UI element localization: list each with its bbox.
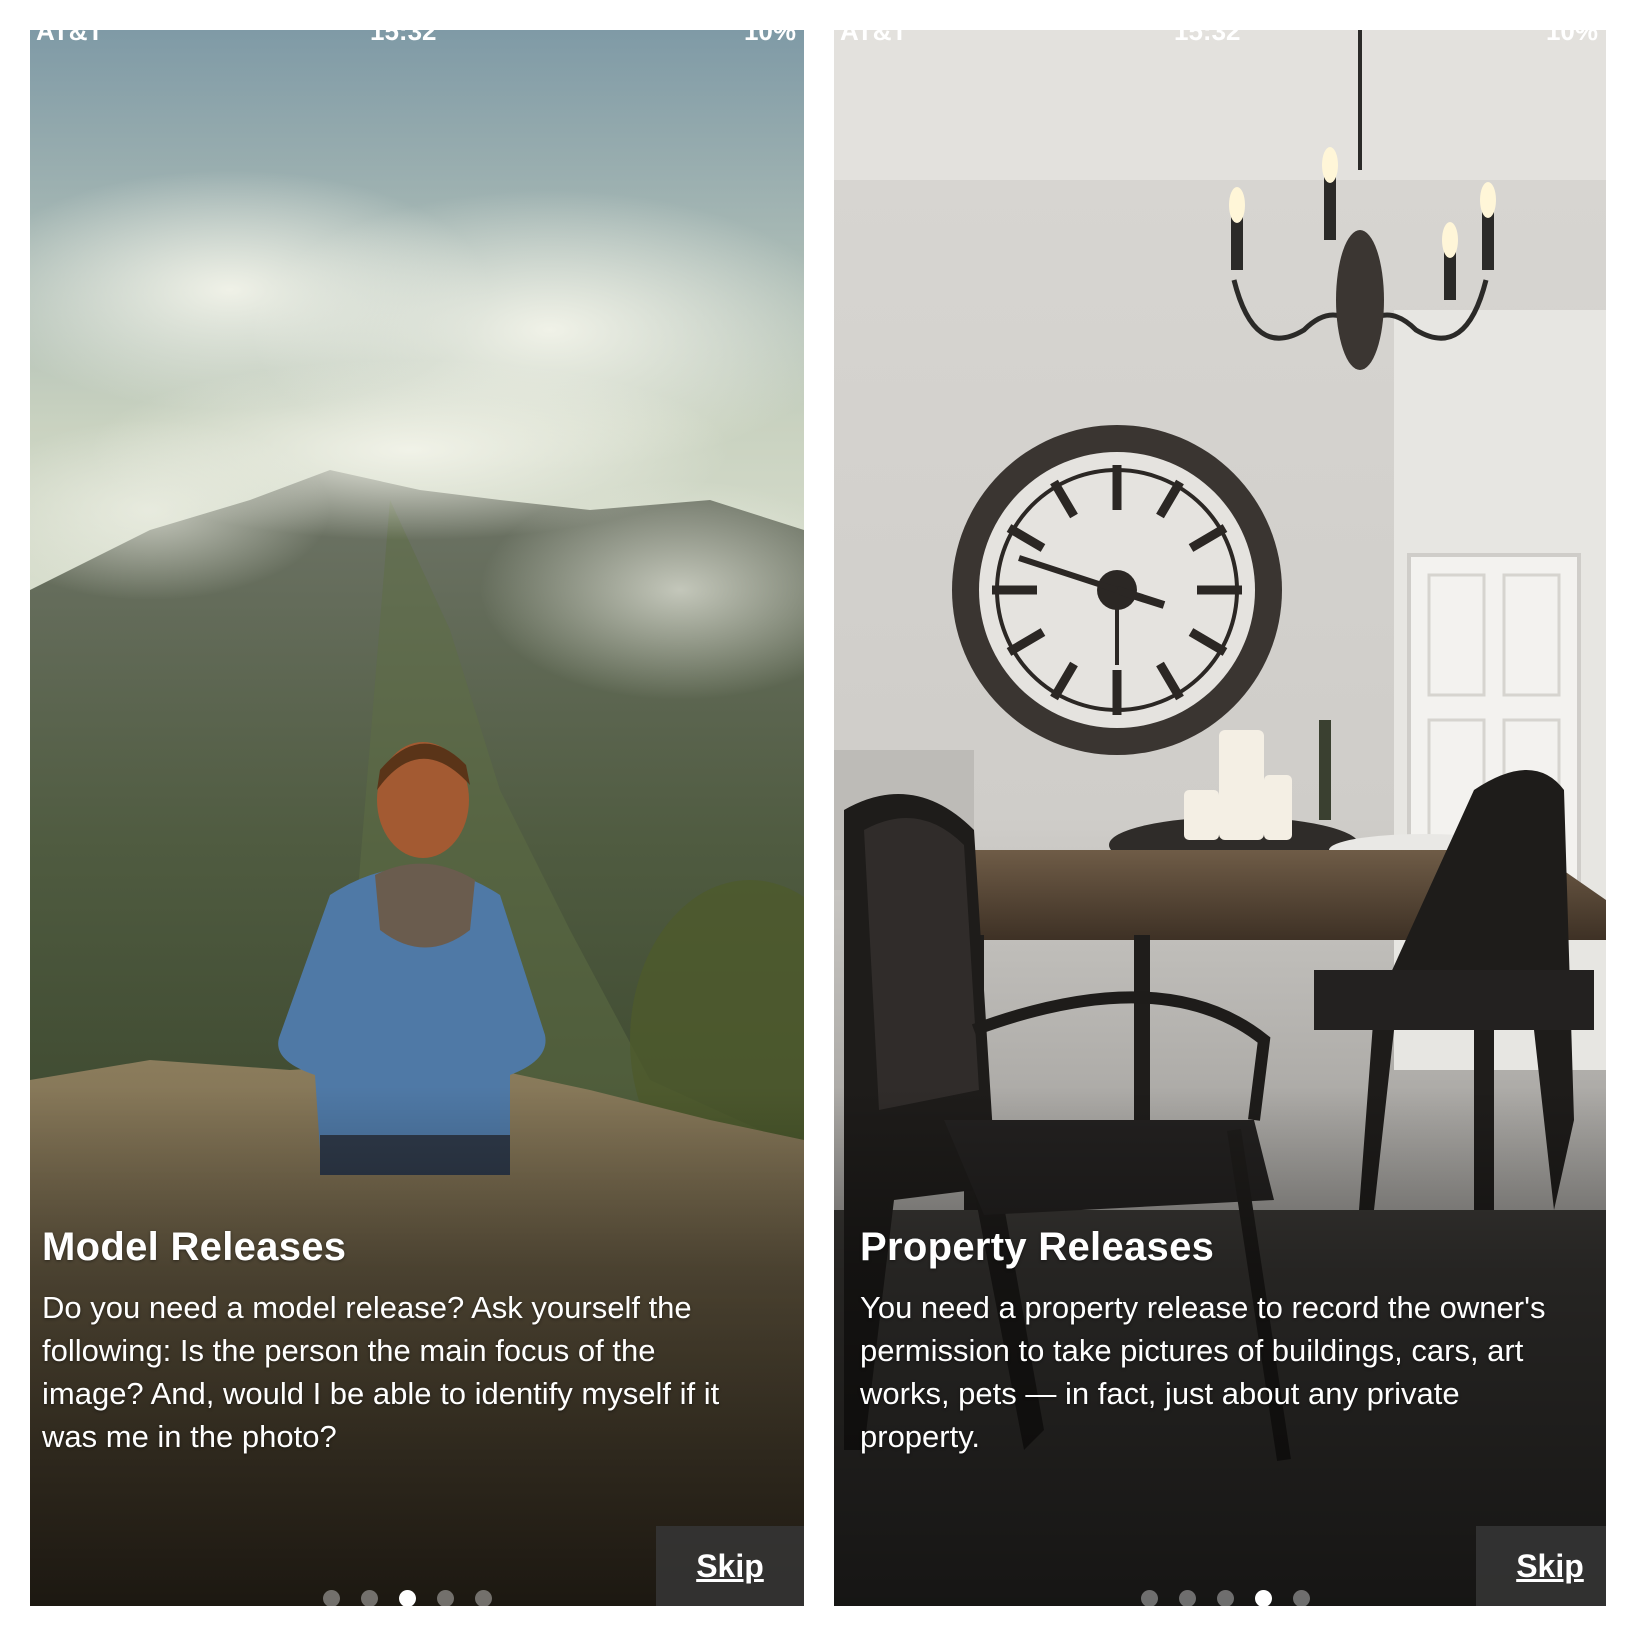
page-dot-2[interactable] (361, 1590, 378, 1606)
page-dot-1[interactable] (1141, 1590, 1158, 1606)
carrier-label: AT&T (840, 30, 908, 46)
page-dot-2[interactable] (1179, 1590, 1196, 1606)
page-dot-1[interactable] (323, 1590, 340, 1606)
page-dot-4-active[interactable] (1255, 1590, 1272, 1606)
slide-title: Model Releases (42, 1225, 347, 1269)
onboarding-comparison: AT&T 15:32 10% Model Releases Do you nee… (0, 0, 1632, 1632)
battery-label: 10% (1545, 30, 1598, 46)
onboarding-screen-property-releases: AT&T 15:32 10% Property Releases You nee… (834, 30, 1606, 1606)
skip-button[interactable]: Skip (1476, 1526, 1606, 1606)
slide-description: Do you need a model release? Ask yoursel… (42, 1290, 720, 1454)
status-bar: AT&T 15:32 10% (30, 30, 804, 46)
skip-button[interactable]: Skip (656, 1526, 804, 1606)
clock-label: 15:32 (1174, 30, 1241, 46)
clock-label: 15:32 (370, 30, 437, 46)
page-dot-5[interactable] (475, 1590, 492, 1606)
battery-label: 10% (743, 30, 796, 46)
page-dot-4[interactable] (437, 1590, 454, 1606)
page-indicator[interactable] (1141, 1590, 1310, 1606)
page-dot-5[interactable] (1293, 1590, 1310, 1606)
page-dot-3-active[interactable] (399, 1590, 416, 1606)
page-indicator[interactable] (323, 1590, 492, 1606)
carrier-label: AT&T (36, 30, 104, 46)
slide-description: You need a property release to record th… (860, 1290, 1546, 1454)
page-dot-3[interactable] (1217, 1590, 1234, 1606)
slide-title: Property Releases (860, 1225, 1215, 1269)
onboarding-screen-model-releases: AT&T 15:32 10% Model Releases Do you nee… (30, 30, 804, 1606)
status-bar: AT&T 15:32 10% (834, 30, 1606, 46)
